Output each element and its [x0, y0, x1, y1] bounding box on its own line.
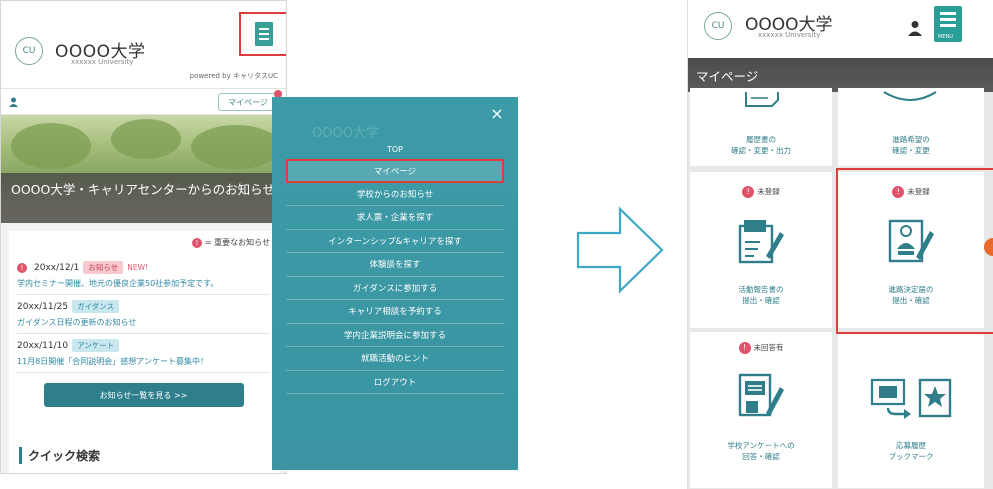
menu-item-company-briefing[interactable]: 学内企業説明会に参加する — [286, 324, 504, 347]
quick-search-section: クイック検索 — [9, 435, 280, 473]
report-icon — [738, 220, 784, 264]
menu-item-school-notices[interactable]: 学校からのお知らせ — [286, 183, 504, 206]
menu-item-logout[interactable]: ログアウト — [286, 371, 504, 394]
menu-item-career-consult[interactable]: キャリア相談を予約する — [286, 300, 504, 324]
mypage-header: CU OOOO大学 xxxxxx University MENU — [688, 0, 993, 58]
exclamation-icon: ! — [17, 262, 27, 273]
exclamation-icon: ! — [742, 186, 755, 198]
menu-top-link[interactable]: TOP — [286, 141, 504, 159]
news-item[interactable]: ! 20xx/12/1 お知らせ NEW! 学内セミナー開催、地元の優良企業50… — [17, 256, 270, 295]
site-header: CU OOOO大学 xxxxxx University powered by キ… — [1, 1, 286, 89]
news-title[interactable]: 学内セミナー開催、地元の優良企業50社参加予定です。 — [17, 278, 270, 289]
card-label-line1: 学校アンケートへの — [727, 441, 795, 450]
card-activity-report[interactable]: ! 未登録 活動報告書の 提出・確認 — [690, 172, 832, 328]
menu-item-internship[interactable]: インターンシップ&キャリアを探す — [286, 230, 504, 253]
right-arrow-icon — [576, 206, 664, 294]
card-label-line1: 活動報告書の — [738, 285, 784, 294]
resume-icon — [745, 92, 779, 107]
menu-button[interactable]: MENU — [934, 6, 962, 42]
news-tag: お知らせ — [83, 261, 124, 274]
survey-icon — [738, 373, 784, 417]
right-phone-screen: CU OOOO大学 xxxxxx University MENU マイページ 履… — [687, 0, 993, 489]
card-application-bookmark[interactable]: 応募履歴 ブックマーク — [838, 332, 984, 488]
card-label-line1: 応募履歴 — [896, 441, 926, 450]
mypage-banner: マイページ — [688, 58, 993, 92]
powered-by-label: powered by キャリタスUC — [189, 72, 278, 80]
close-icon[interactable]: × — [488, 105, 506, 123]
news-date: 20xx/11/25 — [17, 301, 69, 312]
card-label-line2: 回答・確認 — [742, 452, 780, 461]
mypage-title: マイページ — [696, 69, 759, 84]
card-label-line2: 確認・変更・出力 — [731, 146, 791, 155]
important-legend: ! = 重要なお知らせ — [17, 237, 270, 248]
university-subtitle: xxxxxx University — [758, 31, 821, 39]
status-badge: ! 未登録 — [690, 186, 832, 198]
tutorial-canvas: CU OOOO大学 xxxxxx University powered by キ… — [0, 0, 993, 489]
menu-item-experiences[interactable]: 体験談を探す — [286, 253, 504, 277]
hamburger-menu-button[interactable] — [239, 12, 286, 56]
news-date: 20xx/11/10 — [17, 340, 69, 351]
card-label-line1: 履歴書の — [746, 135, 776, 144]
menu-item-mypage[interactable]: マイページ — [286, 159, 504, 183]
user-icon — [9, 97, 18, 107]
news-title[interactable]: 11月8日開催「合同説明会」感想アンケート募集中！ — [17, 356, 270, 367]
ghost-title: OOOO大学 — [312, 126, 379, 141]
card-school-survey[interactable]: ! 未回答有 学校アンケートへの 回答・確認 — [690, 332, 832, 488]
news-date: 20xx/12/1 — [34, 262, 80, 273]
bookmark-icon — [870, 378, 952, 419]
left-phone-screen: CU OOOO大学 xxxxxx University powered by キ… — [0, 0, 287, 474]
university-logo-icon: CU — [704, 12, 732, 40]
card-label-line2: 確認・変更 — [892, 146, 930, 155]
menu-item-job-hunting-tips[interactable]: 就職活動のヒント — [286, 347, 504, 371]
news-title[interactable]: ガイダンス日程の更新のお知らせ — [17, 317, 270, 328]
news-item[interactable]: 20xx/11/10 アンケート 11月8日開催「合同説明会」感想アンケート募集… — [17, 334, 270, 373]
university-subtitle: xxxxxx University — [71, 58, 134, 66]
user-bar: マイページ — [1, 89, 286, 115]
card-label-line2: 提出・確認 — [742, 296, 780, 305]
card-resume[interactable]: 履歴書の 確認・変更・出力 — [690, 88, 832, 166]
hero-title: OOOO大学・キャリアセンターからのお知らせ — [1, 173, 286, 223]
card-label-line1: 進路希望の — [892, 135, 930, 144]
news-tag: ガイダンス — [72, 300, 120, 313]
hero-banner: OOOO大学・キャリアセンターからのお知らせ — [1, 115, 286, 223]
mypage-button[interactable]: マイページ — [218, 93, 278, 111]
hamburger-icon — [255, 22, 273, 46]
menu-list: TOP マイページ 学校からのお知らせ 求人票・企業を探す インターンシップ&キ… — [286, 141, 504, 394]
card-label-line2: ブックマーク — [888, 452, 934, 461]
news-tag: アンケート — [72, 339, 120, 352]
menu-caption: MENU — [938, 34, 953, 40]
menu-item-job-search[interactable]: 求人票・企業を探す — [286, 206, 504, 230]
new-badge: NEW! — [127, 263, 148, 272]
highlight-frame — [836, 168, 993, 334]
exclamation-icon: ! — [191, 237, 202, 248]
notice-list: ! = 重要なお知らせ ! 20xx/12/1 お知らせ NEW! 学内セミナー開… — [9, 231, 278, 453]
quick-search-title: クイック検索 — [19, 447, 270, 464]
news-item[interactable]: 20xx/11/25 ガイダンス ガイダンス日程の更新のお知らせ — [17, 295, 270, 334]
more-notices-button[interactable]: お知らせ一覧を見る >> — [43, 383, 244, 407]
mypage-card-grid: 履歴書の 確認・変更・出力 進路希望の 確認・変更 ! 未登録 活動報告書の 提… — [688, 88, 993, 489]
exclamation-icon: ! — [738, 342, 751, 354]
more-notices-label: お知らせ一覧を見る >> — [99, 390, 188, 400]
status-badge: ! 未回答有 — [690, 342, 832, 354]
menu-item-guidance[interactable]: ガイダンスに参加する — [286, 277, 504, 300]
mypage-button-label: マイページ — [228, 97, 268, 107]
university-logo-icon: CU — [15, 37, 43, 65]
menu-overlay: OOOO大学 × TOP マイページ 学校からのお知らせ 求人票・企業を探す イ… — [272, 97, 518, 470]
speech-bubble-icon — [883, 91, 937, 101]
user-icon[interactable] — [908, 20, 922, 36]
card-career-wish[interactable]: 進路希望の 確認・変更 — [838, 88, 984, 166]
